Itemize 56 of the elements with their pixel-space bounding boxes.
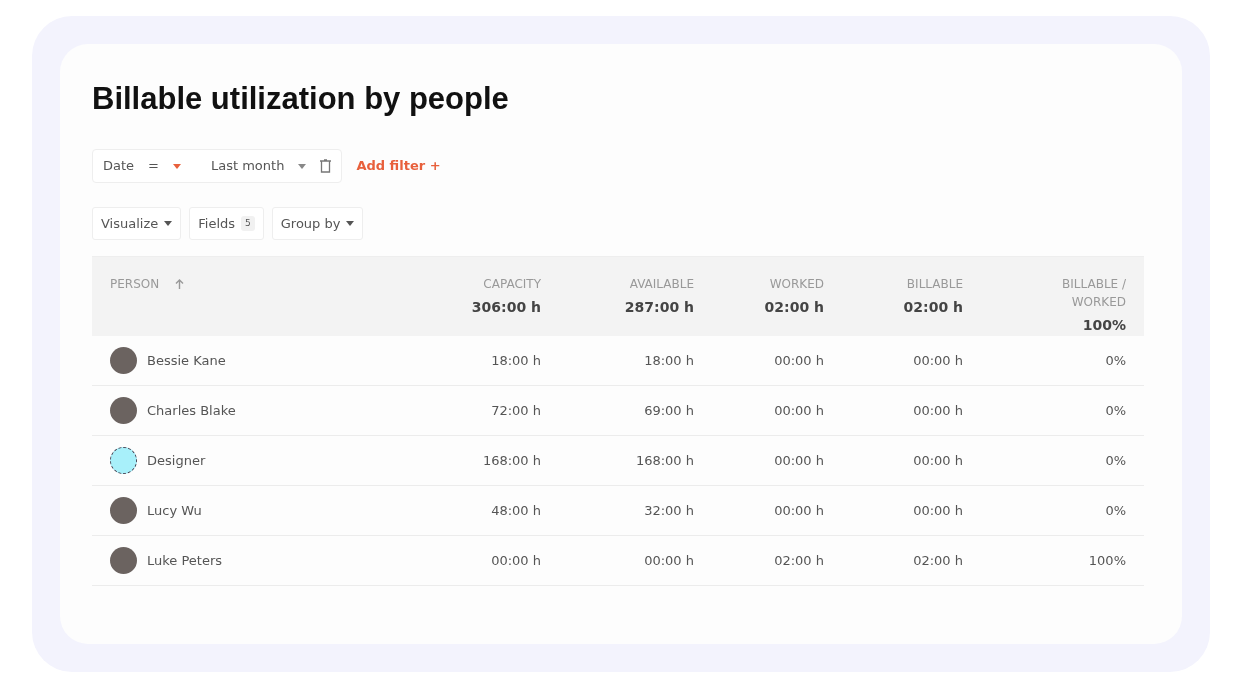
table-cell: 00:00 h	[774, 502, 824, 518]
caret-icon	[298, 163, 307, 169]
column-header[interactable]: BILLABLE	[906, 275, 963, 294]
trash-icon[interactable]	[320, 159, 332, 174]
table-cell: 168:00 h	[482, 452, 541, 468]
column-total: 100%	[1082, 316, 1126, 336]
caret-icon	[346, 221, 355, 227]
person-name: Charles Blake	[147, 401, 236, 420]
column-total: 306:00 h	[471, 298, 541, 318]
toolbar-button[interactable]: Group by	[271, 207, 364, 241]
column-total: 287:00 h	[624, 298, 694, 318]
table-cell: 0%	[1105, 402, 1126, 418]
table-cell: 0%	[1105, 452, 1126, 468]
table-cell: 00:00 h	[913, 402, 963, 418]
column-header[interactable]: CAPACITY	[483, 275, 541, 294]
table-cell: 00:00 h	[644, 552, 694, 568]
sort-arrow-icon[interactable]	[175, 279, 185, 290]
toolbar-button[interactable]: Fields 5	[189, 207, 264, 241]
filter-value[interactable]: Last month	[211, 156, 285, 176]
column-header[interactable]: WORKED	[769, 275, 824, 294]
person-name: Bessie Kane	[147, 351, 226, 370]
column-total: 02:00 h	[764, 298, 824, 318]
count-badge: 5	[241, 215, 255, 232]
table-cell: 00:00 h	[774, 352, 824, 368]
table-cell: 00:00 h	[774, 402, 824, 418]
caret-icon	[164, 221, 173, 227]
column-header[interactable]: PERSON	[110, 275, 160, 294]
table-cell: 18:00 h	[644, 352, 694, 368]
column-header[interactable]: AVAILABLE	[629, 275, 694, 294]
person-name: Lucy Wu	[147, 501, 202, 520]
table-cell: 00:00 h	[913, 452, 963, 468]
table-cell: 00:00 h	[491, 552, 541, 568]
table-cell: 00:00 h	[913, 352, 963, 368]
person-name: Designer	[147, 451, 206, 470]
table-cell: 69:00 h	[644, 402, 694, 418]
table-cell: 32:00 h	[644, 502, 694, 518]
table-cell: 00:00 h	[774, 452, 824, 468]
table-cell: 02:00 h	[774, 552, 824, 568]
filter-field[interactable]: Date	[103, 156, 135, 176]
table-cell: 168:00 h	[635, 452, 694, 468]
table-cell: 02:00 h	[913, 552, 963, 568]
person-name: Luke Peters	[147, 551, 223, 570]
table-cell: 0%	[1105, 352, 1126, 368]
table-cell: 48:00 h	[491, 502, 541, 518]
table-cell: 18:00 h	[491, 352, 541, 368]
table-cell: 00:00 h	[913, 502, 963, 518]
filter-operator[interactable]: =	[148, 156, 159, 176]
column-total: 02:00 h	[903, 298, 963, 318]
add-filter-link[interactable]: Add filter +	[356, 156, 441, 176]
table-cell: 100%	[1088, 552, 1126, 568]
toolbar-button[interactable]: Visualize	[92, 207, 182, 241]
column-header[interactable]: BILLABLE / WORKED	[1036, 275, 1126, 312]
caret-icon	[173, 163, 181, 169]
table-cell: 0%	[1105, 502, 1126, 518]
page-title: Billable utilization by people	[92, 80, 510, 118]
table-cell: 72:00 h	[491, 402, 541, 418]
